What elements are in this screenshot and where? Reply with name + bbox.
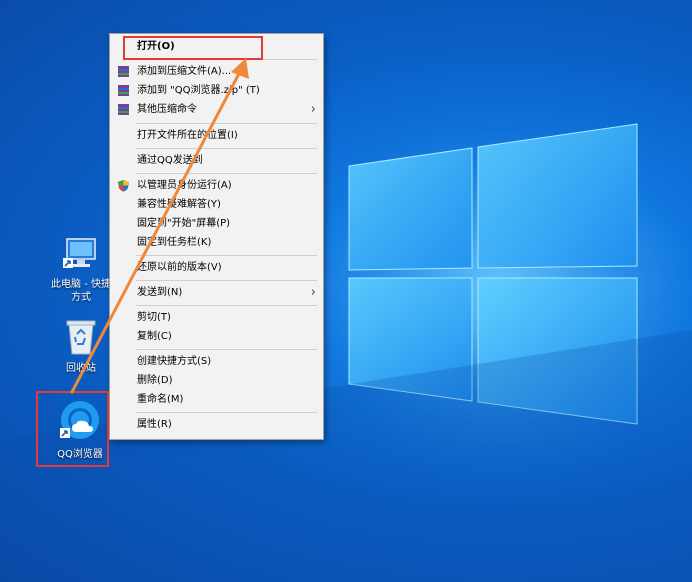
- annotation-arrow: [70, 58, 249, 394]
